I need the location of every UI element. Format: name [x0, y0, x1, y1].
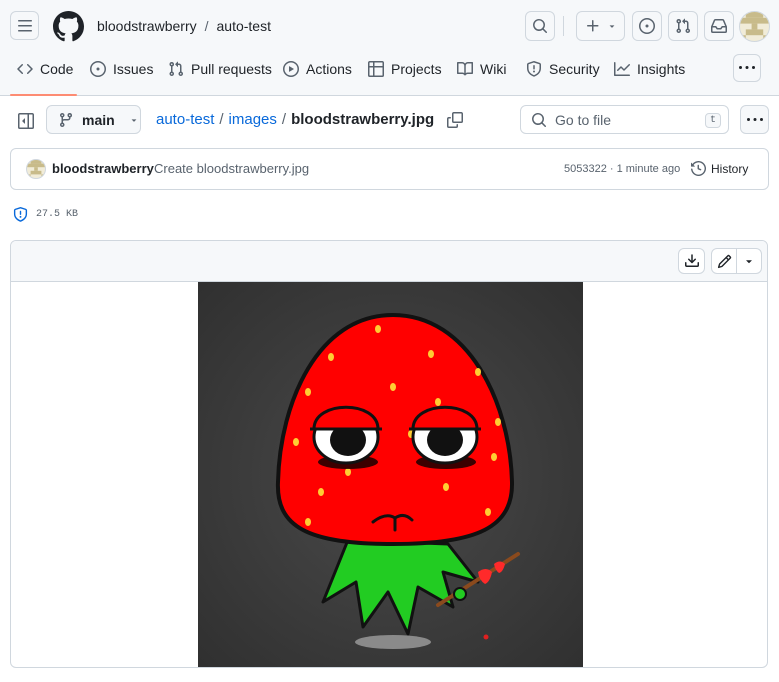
commit-sha-time[interactable]: 5053322 · 1 minute ago [564, 163, 680, 175]
pencil-icon [717, 254, 731, 268]
plus-icon [586, 20, 598, 32]
more-options-button[interactable] [740, 105, 769, 134]
tab-projects[interactable]: Projects [368, 54, 442, 84]
shield-lock-icon [13, 207, 28, 222]
tab-code[interactable]: Code [17, 54, 73, 84]
issue-icon [639, 18, 655, 34]
copy-icon [447, 111, 464, 128]
active-tab-indicator [10, 94, 77, 96]
shield-icon [527, 61, 541, 77]
repo-context: bloodstrawberry / auto-test [97, 18, 271, 34]
owner-link[interactable]: bloodstrawberry [97, 18, 197, 34]
breadcrumb-separator: / [281, 111, 287, 128]
breadcrumb-repo-link[interactable]: auto-test [156, 111, 214, 128]
history-icon [691, 161, 706, 176]
header-divider [563, 16, 564, 36]
repo-tabs: Code Issues Pull requests Actions Projec… [0, 54, 779, 96]
file-image [198, 282, 583, 667]
go-to-file-input[interactable]: Go to file t [520, 105, 729, 134]
book-icon [457, 61, 473, 76]
tab-pull-requests-label: Pull requests [191, 61, 272, 77]
code-icon [17, 63, 33, 75]
branch-name: main [82, 111, 115, 128]
file-size: 27.5 KB [36, 209, 79, 220]
user-avatar[interactable] [739, 11, 770, 42]
create-new-button[interactable] [576, 11, 625, 41]
kebab-horizontal-icon [746, 117, 763, 121]
github-logo-link[interactable] [53, 11, 84, 42]
caret-down-icon [609, 25, 614, 28]
strawberry-character-image [198, 282, 583, 667]
search-icon [533, 19, 547, 33]
more-tabs-button[interactable] [733, 54, 761, 82]
tab-insights[interactable]: Insights [614, 54, 685, 84]
tab-wiki[interactable]: Wiki [457, 54, 506, 84]
file-toolbar [11, 241, 767, 282]
tab-pull-requests[interactable]: Pull requests [168, 54, 272, 84]
breadcrumb: auto-test / images / bloodstrawberry.jpg [156, 111, 464, 128]
sidebar-expand-icon [18, 113, 34, 129]
repo-link[interactable]: auto-test [217, 18, 271, 34]
play-icon [283, 61, 299, 77]
git-branch-icon [59, 112, 72, 127]
go-to-file-placeholder: Go to file [555, 111, 612, 128]
pull-request-icon [676, 18, 691, 34]
git-pull-request-icon [169, 61, 184, 77]
file-meta: 27.5 KB [13, 207, 78, 222]
tab-insights-label: Insights [637, 61, 686, 77]
identicon-icon [740, 12, 769, 41]
tab-security-label: Security [549, 61, 600, 77]
history-label: History [711, 161, 749, 176]
tab-actions-label: Actions [306, 61, 352, 77]
tab-wiki-label: Wiki [480, 61, 507, 77]
copy-path-button[interactable] [447, 111, 464, 128]
inbox-button[interactable] [704, 11, 734, 41]
menu-button[interactable] [10, 11, 39, 40]
search-button[interactable] [525, 11, 555, 41]
commit-author-avatar[interactable] [26, 159, 46, 179]
caret-down-icon [131, 118, 136, 122]
pull-requests-button[interactable] [668, 11, 698, 41]
identicon-icon [27, 160, 45, 178]
app-header: bloodstrawberry / auto-test Code Issues … [0, 0, 779, 96]
triangle-down-icon [746, 260, 752, 264]
breadcrumb-file-name: bloodstrawberry.jpg [291, 111, 435, 128]
kebab-horizontal-icon [739, 66, 755, 69]
table-icon [368, 61, 384, 77]
inbox-icon [711, 19, 727, 33]
breadcrumb-separator: / [219, 111, 224, 128]
tab-actions[interactable]: Actions [283, 54, 352, 84]
commit-message[interactable]: Create bloodstrawberry.jpg [154, 161, 309, 176]
download-button[interactable] [678, 248, 705, 274]
github-logo-icon [53, 11, 84, 42]
graph-icon [614, 62, 630, 76]
tab-code-label: Code [40, 61, 74, 77]
commit-author[interactable]: bloodstrawberry [52, 161, 154, 176]
side-panel-toggle[interactable] [15, 110, 37, 132]
latest-commit-box: bloodstrawberry Create bloodstrawberry.j… [10, 148, 769, 190]
edit-dropdown-button[interactable] [737, 249, 761, 273]
keyboard-shortcut: t [705, 113, 721, 128]
tab-security[interactable]: Security [526, 54, 600, 84]
tab-issues-label: Issues [113, 61, 154, 77]
path-separator: / [204, 18, 209, 34]
branch-selector[interactable]: main [46, 105, 141, 134]
edit-file-group [711, 248, 762, 274]
tab-projects-label: Projects [391, 61, 442, 77]
history-button[interactable]: History [691, 161, 748, 176]
edit-button[interactable] [712, 249, 738, 273]
issues-button[interactable] [632, 11, 662, 41]
hamburger-icon [17, 19, 32, 31]
search-icon [532, 112, 546, 127]
issue-opened-icon [90, 61, 106, 77]
download-icon [684, 254, 699, 267]
tab-issues[interactable]: Issues [90, 54, 153, 84]
file-viewer [10, 240, 768, 668]
breadcrumb-folder-link[interactable]: images [229, 111, 277, 128]
